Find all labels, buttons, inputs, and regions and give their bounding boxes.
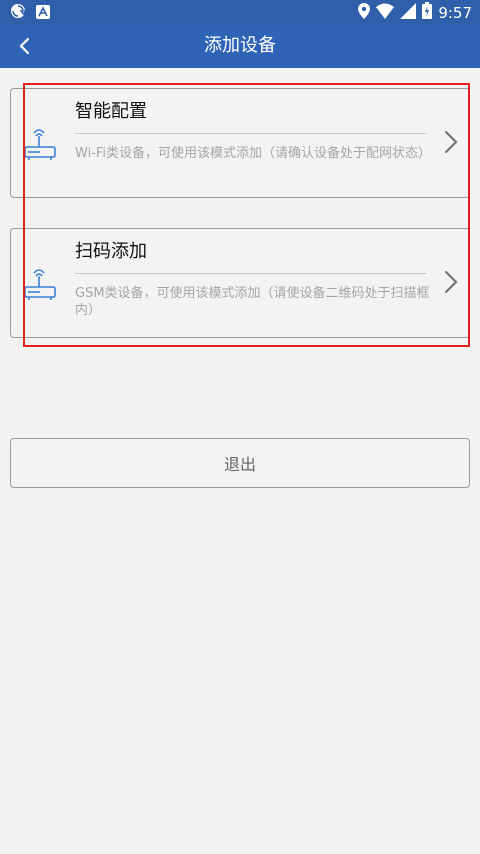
option-title: 智能配置: [75, 101, 147, 122]
signal-icon: [400, 2, 417, 23]
status-bar: 9:57: [0, 0, 480, 24]
option-description: Wi-Fi类设备，可使用该模式添加（请确认设备处于配网状态）: [75, 146, 432, 161]
chevron-left-icon: [19, 37, 30, 55]
divider: [75, 133, 427, 134]
sync-icon: [10, 3, 28, 23]
location-icon: [358, 2, 371, 23]
back-button[interactable]: [8, 30, 40, 62]
smart-config-option[interactable]: 智能配置 Wi-Fi类设备，可使用该模式添加（请确认设备处于配网状态）: [10, 88, 470, 198]
router-icon: [24, 129, 56, 160]
app-bar: 添加设备: [0, 24, 480, 68]
option-description: GSM类设备，可使用该模式添加（请使设备二维码处于扫描框内）: [75, 286, 430, 318]
chevron-right-icon: [444, 130, 458, 154]
status-time: 9:57: [438, 3, 472, 22]
notification-a-icon: [36, 4, 50, 23]
scan-add-option[interactable]: 扫码添加 GSM类设备，可使用该模式添加（请使设备二维码处于扫描框内）: [10, 228, 470, 338]
wifi-icon: [376, 3, 395, 23]
exit-button[interactable]: 退出: [10, 438, 470, 488]
page-title: 添加设备: [204, 35, 276, 56]
divider: [75, 273, 427, 274]
chevron-right-icon: [444, 270, 458, 294]
option-title: 扫码添加: [75, 241, 147, 262]
router-icon: [24, 269, 56, 300]
battery-icon: [422, 2, 433, 23]
